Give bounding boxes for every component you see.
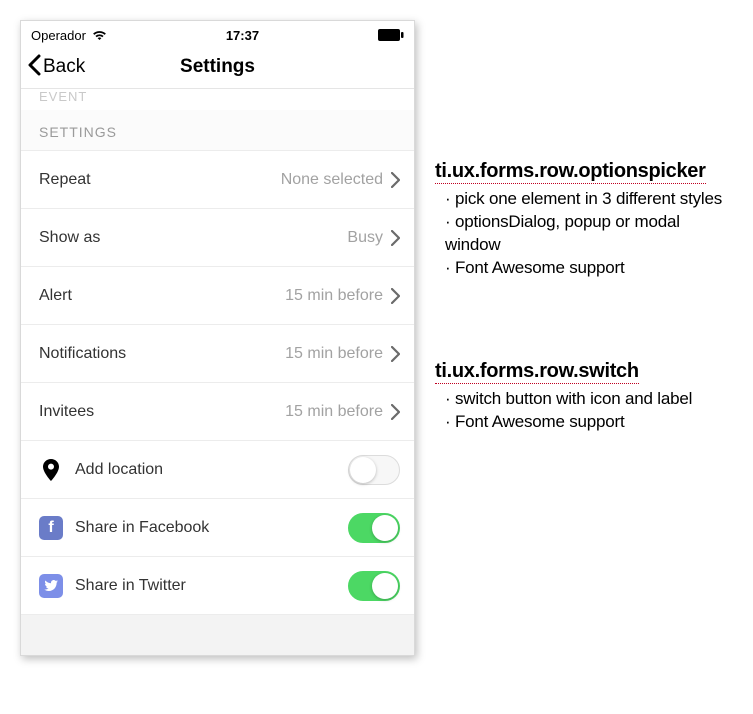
content-area: EVENT SETTINGS Repeat None selected Show… xyxy=(21,89,414,655)
chevron-right-icon xyxy=(391,346,400,362)
switch-facebook[interactable] xyxy=(348,513,400,543)
previous-section-header: EVENT xyxy=(21,89,414,110)
row-value: 15 min before xyxy=(285,403,383,421)
annotation-line: pick one element in 3 different styles xyxy=(445,188,733,211)
row-label: Repeat xyxy=(39,171,91,189)
annotation-line: Font Awesome support xyxy=(445,411,733,434)
annotation-optionspicker: ti.ux.forms.row.optionspicker pick one e… xyxy=(435,160,733,280)
annotation-line: Font Awesome support xyxy=(445,257,733,280)
row-label: Share in Facebook xyxy=(75,519,209,537)
row-value: None selected xyxy=(281,171,383,189)
chevron-right-icon xyxy=(391,172,400,188)
switch-twitter[interactable] xyxy=(348,571,400,601)
annotation-title: ti.ux.forms.row.switch xyxy=(435,360,639,384)
row-alert[interactable]: Alert 15 min before xyxy=(21,267,414,325)
row-value: 15 min before xyxy=(285,345,383,363)
row-value: Busy xyxy=(347,229,383,247)
wifi-icon xyxy=(92,29,107,41)
battery-icon xyxy=(378,29,404,41)
navigation-bar: Back Settings xyxy=(21,45,414,89)
status-bar: Operador 17:37 xyxy=(21,21,414,45)
chevron-right-icon xyxy=(391,288,400,304)
row-label: Share in Twitter xyxy=(75,577,186,595)
facebook-icon: f xyxy=(39,516,63,540)
switch-add-location[interactable] xyxy=(348,455,400,485)
device-frame: Operador 17:37 Back Settings EVENT SETTI… xyxy=(20,20,415,656)
row-share-twitter: Share in Twitter xyxy=(21,557,414,615)
annotations-column: ti.ux.forms.row.optionspicker pick one e… xyxy=(435,20,733,694)
twitter-icon xyxy=(39,574,63,598)
row-value: 15 min before xyxy=(285,287,383,305)
location-pin-icon xyxy=(39,458,63,482)
row-label: Alert xyxy=(39,287,72,305)
back-label: Back xyxy=(43,56,85,78)
row-label: Add location xyxy=(75,461,163,479)
clock-label: 17:37 xyxy=(226,28,259,43)
list-footer-padding xyxy=(21,615,414,655)
row-show-as[interactable]: Show as Busy xyxy=(21,209,414,267)
row-add-location: Add location xyxy=(21,441,414,499)
annotation-line: switch button with icon and label xyxy=(445,388,733,411)
row-share-facebook: f Share in Facebook xyxy=(21,499,414,557)
row-label: Invitees xyxy=(39,403,94,421)
row-repeat[interactable]: Repeat None selected xyxy=(21,151,414,209)
row-invitees[interactable]: Invitees 15 min before xyxy=(21,383,414,441)
chevron-right-icon xyxy=(391,230,400,246)
section-header-settings: SETTINGS xyxy=(21,110,414,151)
carrier-label: Operador xyxy=(31,28,86,43)
annotation-title: ti.ux.forms.row.optionspicker xyxy=(435,160,706,184)
chevron-right-icon xyxy=(391,404,400,420)
back-button[interactable]: Back xyxy=(21,54,85,80)
row-label: Notifications xyxy=(39,345,126,363)
back-chevron-icon xyxy=(27,54,41,80)
annotation-line: optionsDialog, popup or modal window xyxy=(445,211,733,257)
row-notifications[interactable]: Notifications 15 min before xyxy=(21,325,414,383)
row-label: Show as xyxy=(39,229,100,247)
annotation-switch: ti.ux.forms.row.switch switch button wit… xyxy=(435,360,733,434)
